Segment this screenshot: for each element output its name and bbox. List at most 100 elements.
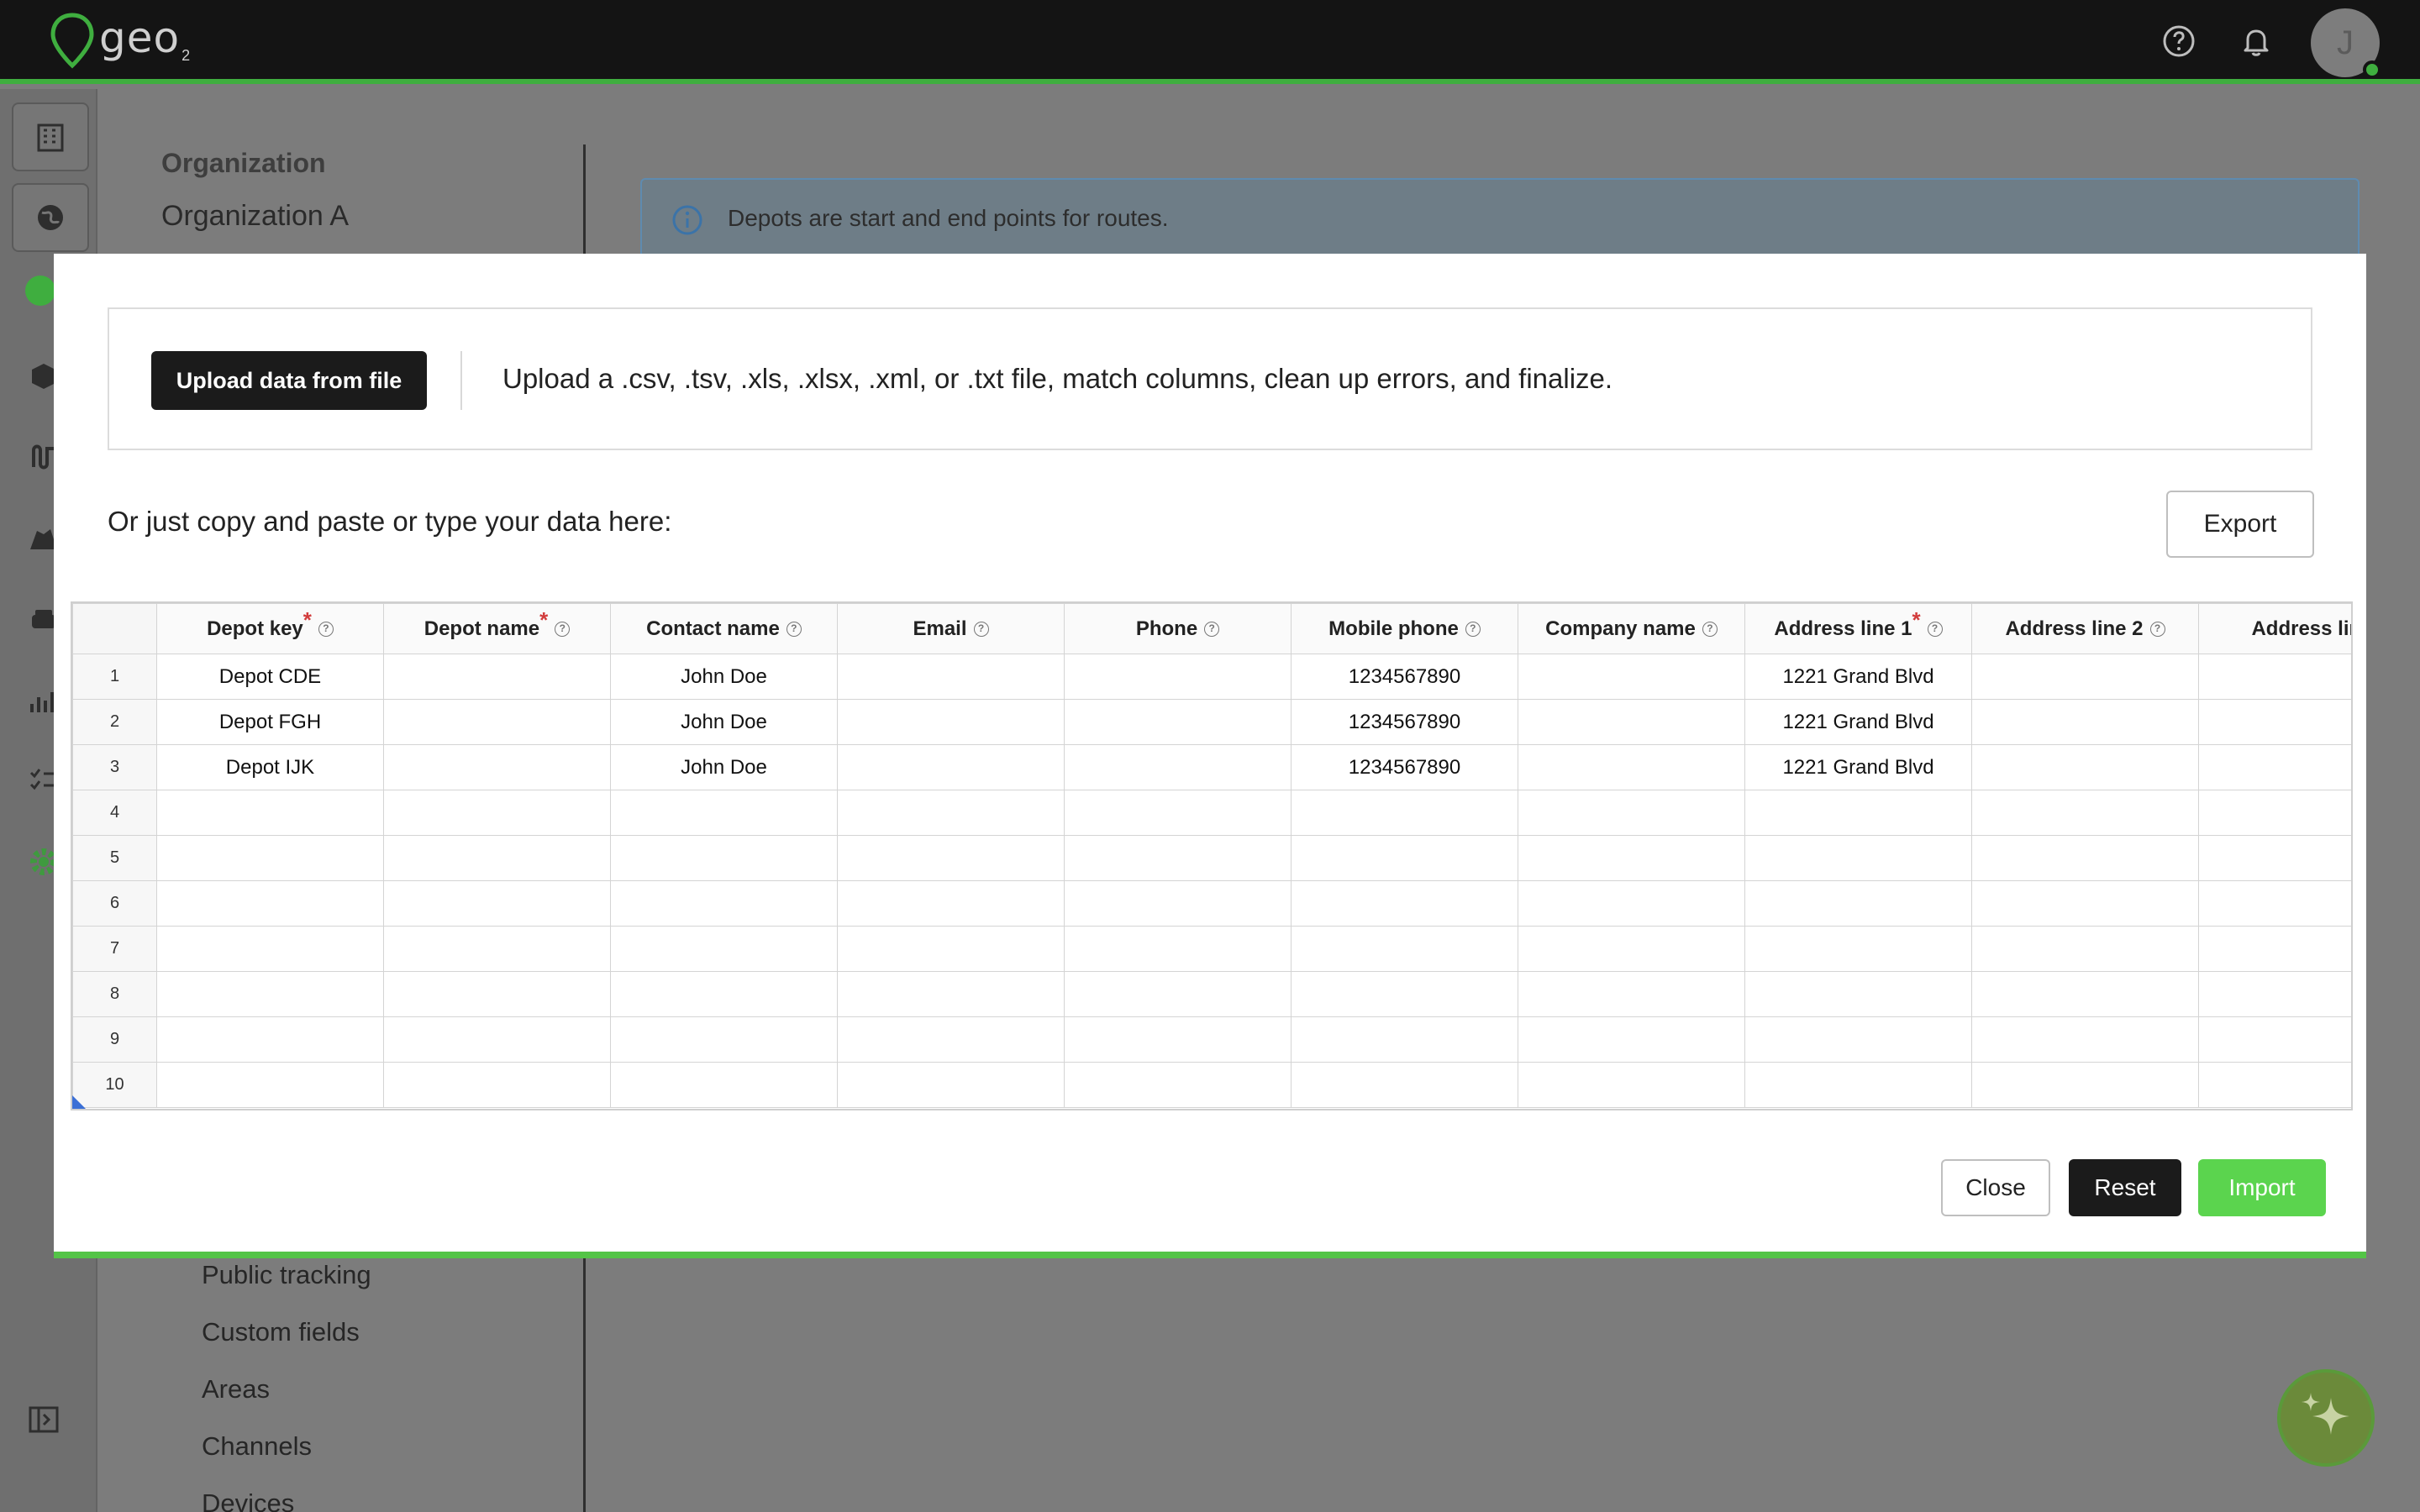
grid-cell[interactable] [2198,790,2351,836]
grid-cell[interactable] [2198,971,2351,1017]
grid-cell[interactable] [1971,1016,2199,1063]
grid-cell[interactable] [1291,971,1518,1017]
grid-cell[interactable] [1744,880,1972,927]
grid-cell[interactable] [1064,926,1292,972]
grid-cell[interactable] [837,1016,1065,1063]
grid-cell[interactable] [1518,790,1745,836]
help-circle-icon[interactable]: ? [786,622,802,638]
column-header[interactable]: Phone? [1064,603,1292,654]
grid-cell[interactable]: 1221 Grand Blvd [1744,744,1972,790]
grid-cell[interactable] [1518,926,1745,972]
grid-cell[interactable]: 1234567890 [1291,654,1518,700]
grid-cell[interactable] [1971,971,2199,1017]
grid-cell[interactable] [2198,835,2351,881]
nav-item-areas[interactable]: Areas [202,1374,270,1404]
help-circle-icon[interactable]: ? [1465,622,1481,638]
grid-cell[interactable] [1971,790,2199,836]
help-circle-icon[interactable]: ? [1927,622,1943,638]
grid-cell[interactable] [156,880,384,927]
grid-cell[interactable] [1064,1062,1292,1108]
grid-cell[interactable]: John Doe [610,744,838,790]
grid-cell[interactable]: Depot IJK [156,744,384,790]
grid-cell[interactable] [1971,880,2199,927]
row-number[interactable]: 1 [72,654,157,700]
grid-cell[interactable] [156,926,384,972]
grid-cell[interactable] [610,926,838,972]
grid-cell[interactable] [610,880,838,927]
row-number[interactable]: 2 [72,699,157,745]
grid-cell[interactable] [1064,880,1292,927]
grid-cell[interactable] [610,1062,838,1108]
grid-cell[interactable] [383,699,611,745]
column-header[interactable]: Contact name? [610,603,838,654]
row-number[interactable]: 9 [72,1016,157,1063]
dashboard-icon[interactable] [24,274,57,307]
grid-cell[interactable] [1518,699,1745,745]
upload-file-button[interactable]: Upload data from file [151,351,427,410]
grid-cell[interactable] [2198,880,2351,927]
grid-cell[interactable] [1744,1062,1972,1108]
grid-cell[interactable] [837,880,1065,927]
row-number[interactable]: 3 [72,744,157,790]
sidebar-item-buildings[interactable] [12,102,89,171]
grid-cell[interactable] [156,971,384,1017]
column-header[interactable]: Depot name*? [383,603,611,654]
grid-cell[interactable]: 1234567890 [1291,744,1518,790]
grid-cell[interactable] [837,835,1065,881]
grid-cell[interactable] [610,971,838,1017]
grid-cell[interactable] [1518,744,1745,790]
grid-cell[interactable] [383,1062,611,1108]
column-header[interactable]: Address line [2198,603,2351,654]
grid-cell[interactable] [837,1062,1065,1108]
help-circle-icon[interactable]: ? [1204,622,1220,638]
grid-cell[interactable] [1744,835,1972,881]
column-header[interactable]: Mobile phone? [1291,603,1518,654]
grid-cell[interactable] [1064,699,1292,745]
grid-cell[interactable] [610,835,838,881]
grid-cell[interactable] [1971,744,2199,790]
grid-cell[interactable] [1971,835,2199,881]
import-button[interactable]: Import [2198,1159,2326,1216]
grid-cell[interactable] [837,744,1065,790]
grid-cell[interactable] [1064,654,1292,700]
row-number[interactable]: 7 [72,926,157,972]
grid-cell[interactable] [383,880,611,927]
grid-cell[interactable] [1291,835,1518,881]
row-number[interactable]: 4 [72,790,157,836]
grid-cell[interactable]: 1221 Grand Blvd [1744,699,1972,745]
grid-cell[interactable] [2198,1062,2351,1108]
grid-cell[interactable] [383,835,611,881]
grid-cell[interactable] [610,1016,838,1063]
grid-cell[interactable] [383,926,611,972]
help-circle-icon[interactable]: ? [555,622,571,638]
help-circle-icon[interactable]: ? [2149,622,2165,638]
grid-cell[interactable] [1971,926,2199,972]
column-header[interactable]: Address line 2? [1971,603,2199,654]
avatar[interactable]: J [2311,8,2381,79]
grid-cell[interactable] [1518,654,1745,700]
close-button[interactable]: Close [1941,1159,2050,1216]
grid-cell[interactable]: Depot CDE [156,654,384,700]
row-number[interactable]: 5 [72,835,157,881]
reset-button[interactable]: Reset [2069,1159,2181,1216]
grid-cell[interactable] [837,699,1065,745]
app-logo[interactable]: geo 2 [49,12,190,71]
grid-cell[interactable] [1518,835,1745,881]
nav-item-devices[interactable]: Devices [202,1488,294,1512]
column-header[interactable]: Depot key*? [156,603,384,654]
grid-cell[interactable]: John Doe [610,699,838,745]
help-circle-icon[interactable]: ? [973,622,989,638]
grid-corner-cell[interactable] [72,603,157,654]
grid-cell[interactable] [2198,699,2351,745]
grid-cell[interactable] [1518,971,1745,1017]
grid-cell[interactable]: John Doe [610,654,838,700]
grid-cell[interactable] [1744,926,1972,972]
sidebar-item-globe[interactable] [12,183,89,252]
grid-cell[interactable] [837,926,1065,972]
grid-cell[interactable]: Depot FGH [156,699,384,745]
grid-cell[interactable] [837,790,1065,836]
grid-cell[interactable] [1518,880,1745,927]
grid-cell[interactable] [383,971,611,1017]
grid-cell[interactable] [1744,1016,1972,1063]
grid-cell[interactable]: 1221 Grand Blvd [1744,654,1972,700]
